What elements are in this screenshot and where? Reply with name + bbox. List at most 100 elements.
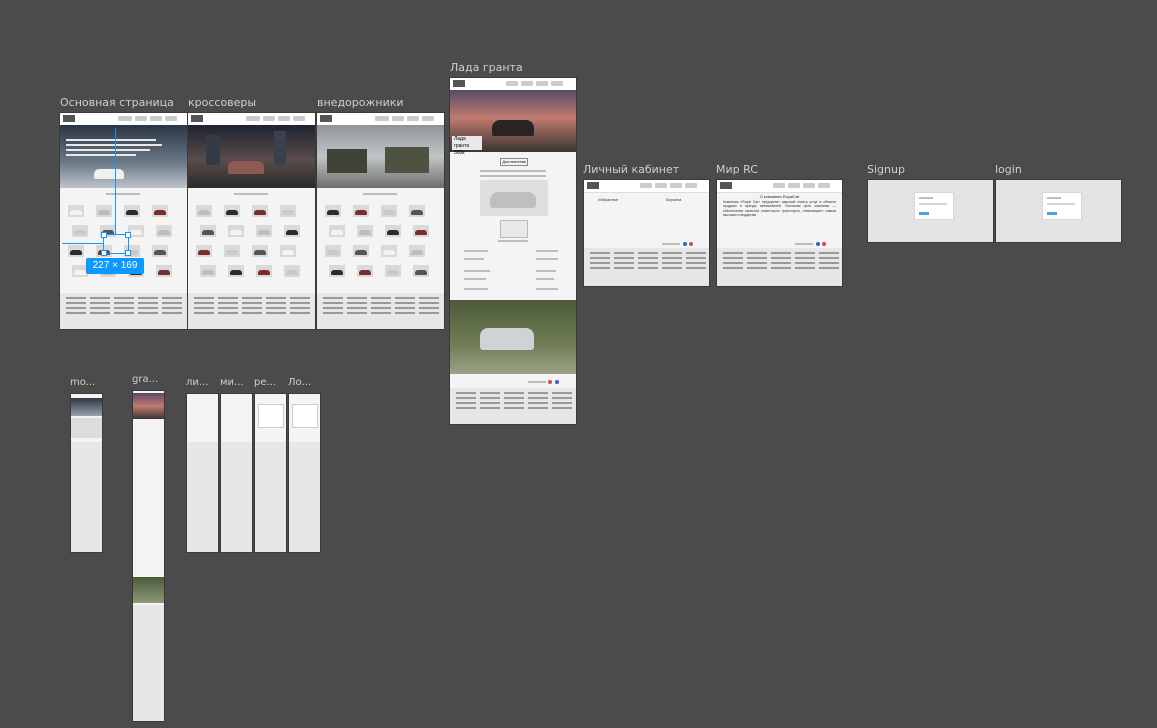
- car-card[interactable]: [413, 225, 429, 237]
- car-card[interactable]: [68, 205, 84, 217]
- frame-label-mobile-5[interactable]: ре...: [254, 377, 276, 388]
- signup-form[interactable]: [914, 192, 954, 220]
- login-submit-button[interactable]: [1047, 212, 1057, 215]
- car-card[interactable]: [413, 265, 429, 277]
- frame-label-login[interactable]: login: [995, 163, 1022, 176]
- site-logo: [453, 80, 465, 87]
- footer-column: [290, 297, 310, 317]
- car-card[interactable]: [280, 245, 296, 257]
- car-card[interactable]: [357, 265, 373, 277]
- selection-box[interactable]: [101, 232, 131, 256]
- car-card[interactable]: [284, 225, 300, 237]
- frame-label-crossovers[interactable]: кроссоверы: [188, 96, 256, 109]
- frame-label-mobile-3[interactable]: ли...: [186, 377, 208, 388]
- resize-handle[interactable]: [101, 232, 107, 238]
- car-card[interactable]: [200, 265, 216, 277]
- car-card[interactable]: [409, 245, 425, 257]
- car-card[interactable]: [284, 265, 300, 277]
- car-card[interactable]: [224, 205, 240, 217]
- car-card[interactable]: [124, 205, 140, 217]
- frame-mir[interactable]: О компании RoyalCar Компания «Royal Car»…: [716, 179, 843, 287]
- car-card[interactable]: [96, 205, 112, 217]
- car-card[interactable]: [156, 225, 172, 237]
- signup-submit-button[interactable]: [919, 212, 929, 215]
- car-thumbnail: [355, 250, 367, 255]
- car-card[interactable]: [280, 205, 296, 217]
- frame-mobile-signup[interactable]: [254, 393, 287, 553]
- car-card[interactable]: [252, 205, 268, 217]
- site-logo: [587, 182, 599, 189]
- mir-heading: О компании RoyalCar: [759, 194, 800, 199]
- frame-lada[interactable]: Лада гранта 300к Достоинства: [449, 77, 577, 425]
- car-card[interactable]: [228, 265, 244, 277]
- car-card[interactable]: [353, 205, 369, 217]
- frame-mobile-lada[interactable]: [132, 390, 165, 722]
- car-gallery-image: [450, 300, 576, 374]
- frame-crossovers[interactable]: [187, 112, 316, 330]
- car-thumbnail: [359, 230, 371, 235]
- car-thumbnail: [230, 230, 242, 235]
- frame-mobile-mir[interactable]: [220, 393, 253, 553]
- car-thumbnail: [282, 210, 294, 215]
- frame-login[interactable]: [995, 179, 1122, 243]
- car-card[interactable]: [224, 245, 240, 257]
- frame-label-mobile-6[interactable]: Ло...: [288, 377, 311, 388]
- frame-label-mir[interactable]: Мир RC: [716, 163, 758, 176]
- car-card[interactable]: [72, 225, 88, 237]
- frame-signup[interactable]: [867, 179, 994, 243]
- cart-label[interactable]: Корзина: [666, 197, 681, 202]
- car-card[interactable]: [156, 265, 172, 277]
- car-thumbnail: [415, 230, 427, 235]
- favorites-label[interactable]: Избранное: [598, 197, 618, 202]
- car-card[interactable]: [385, 225, 401, 237]
- car-card[interactable]: [325, 245, 341, 257]
- car-card[interactable]: [329, 225, 345, 237]
- frame-mobile-account[interactable]: [186, 393, 219, 553]
- car-card[interactable]: [152, 245, 168, 257]
- car-card[interactable]: [256, 265, 272, 277]
- car-card[interactable]: [385, 265, 401, 277]
- car-card[interactable]: [381, 245, 397, 257]
- frame-suv[interactable]: [316, 112, 445, 330]
- car-thumbnail: [331, 270, 343, 275]
- resize-handle[interactable]: [125, 232, 131, 238]
- resize-handle[interactable]: [101, 250, 107, 256]
- car-card[interactable]: [353, 245, 369, 257]
- car-card[interactable]: [196, 245, 212, 257]
- frame-label-signup[interactable]: Signup: [867, 163, 905, 176]
- car-card[interactable]: [196, 205, 212, 217]
- frame-mobile-login[interactable]: [288, 393, 321, 553]
- car-card[interactable]: [200, 225, 216, 237]
- frame-label-mobile-2[interactable]: gra...: [132, 374, 158, 385]
- car-thumbnail: [383, 250, 395, 255]
- frame-label-suv[interactable]: внедорожники: [317, 96, 404, 109]
- car-card[interactable]: [252, 245, 268, 257]
- car-grid: [325, 205, 436, 285]
- car-card[interactable]: [325, 205, 341, 217]
- car-card[interactable]: [228, 225, 244, 237]
- car-card[interactable]: [256, 225, 272, 237]
- car-card[interactable]: [329, 265, 345, 277]
- frame-main[interactable]: [59, 112, 188, 330]
- car-card[interactable]: [409, 205, 425, 217]
- frame-mobile-main[interactable]: [70, 393, 103, 553]
- car-card[interactable]: [381, 205, 397, 217]
- footer-column: [590, 252, 610, 272]
- car-card[interactable]: [68, 245, 84, 257]
- frame-label-main[interactable]: Основная страница: [60, 96, 174, 109]
- car-card[interactable]: [152, 205, 168, 217]
- car-thumbnail: [331, 230, 343, 235]
- frame-label-lada[interactable]: Лада гранта: [450, 61, 523, 74]
- car-card[interactable]: [357, 225, 373, 237]
- resize-handle[interactable]: [125, 250, 131, 256]
- frame-account[interactable]: Избранное Корзина: [583, 179, 710, 287]
- frame-label-mobile-4[interactable]: ми...: [220, 377, 244, 388]
- footer-column: [614, 252, 634, 272]
- mir-body: Компания «Royal Car» предлагает широкий …: [723, 200, 836, 218]
- frame-label-mobile-1[interactable]: mo...: [70, 377, 95, 388]
- login-form[interactable]: [1042, 192, 1082, 220]
- car-thumbnail: [226, 250, 238, 255]
- footer-column: [747, 252, 767, 272]
- frame-label-account[interactable]: Личный кабинет: [583, 163, 679, 176]
- car-thumbnail: [327, 210, 339, 215]
